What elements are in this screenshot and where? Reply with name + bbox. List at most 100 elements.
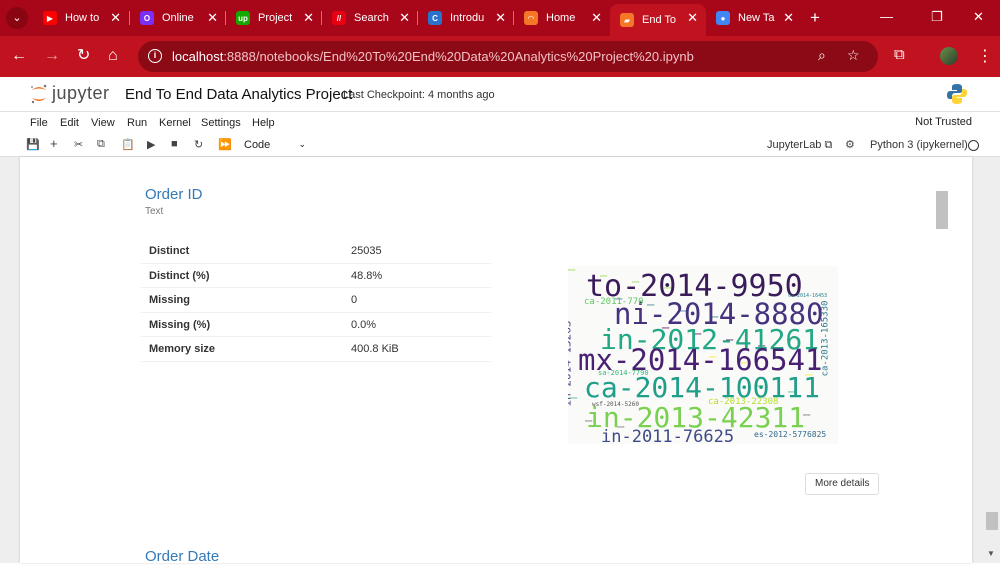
browser-tab-title: Home <box>546 12 576 24</box>
word-cloud-word: ca-2011-770 <box>584 297 644 307</box>
stat-label: Missing <box>149 294 190 306</box>
tab-separator <box>417 11 418 25</box>
restore-icon[interactable]: ❐ <box>931 9 943 25</box>
site-info-icon[interactable]: i <box>148 49 162 63</box>
last-checkpoint: Last Checkpoint: 4 months ago <box>343 89 495 101</box>
profile-avatar[interactable] <box>940 47 958 65</box>
word-cloud-word: ca-2013-22308 <box>708 397 779 407</box>
notebook-title[interactable]: End To End Data Analytics Project <box>125 86 352 103</box>
stat-label: Memory size <box>149 343 216 355</box>
browser-tab[interactable]: ▰ End To ✕ <box>610 4 706 36</box>
word-cloud-filler: ▬▬▬ <box>568 267 576 272</box>
cut-icon[interactable]: ✂ <box>74 138 83 151</box>
kernel-status-icon <box>968 140 979 151</box>
stat-value: 400.8 KiB <box>351 343 399 355</box>
python-logo-icon <box>947 84 967 104</box>
browser-menu-icon[interactable]: ⋮ <box>977 46 993 66</box>
browser-tab[interactable]: ▶ How to ✕ <box>33 4 129 32</box>
stat-row: Memory size 400.8 KiB <box>141 337 491 362</box>
page-scrollbar-thumb[interactable] <box>986 512 998 530</box>
home-icon[interactable]: ⌂ <box>108 46 118 66</box>
menu-kernel[interactable]: Kernel <box>159 117 191 129</box>
menu-help[interactable]: Help <box>252 117 275 129</box>
jupyter-wordmark: jupyter <box>52 83 110 103</box>
paste-icon[interactable]: 📋 <box>121 138 135 151</box>
copy-icon[interactable]: ⧉ <box>97 138 105 151</box>
back-icon[interactable]: ← <box>11 46 27 66</box>
browser-tab[interactable]: C Introdu ✕ <box>418 4 514 32</box>
variable-name[interactable]: Order ID <box>145 186 203 203</box>
upwork-icon: up <box>236 11 250 25</box>
cell-type-select[interactable]: Code ⌄ <box>244 139 306 151</box>
add-cell-icon[interactable]: + <box>50 136 58 151</box>
stat-row: Distinct 25035 <box>141 239 491 264</box>
close-tab-icon[interactable]: ✕ <box>687 10 698 26</box>
open-jupyterlab-link[interactable]: JupyterLab ⧉ <box>767 139 832 152</box>
stat-label: Distinct (%) <box>149 269 210 282</box>
cell-type-value: Code <box>244 139 271 151</box>
run-icon[interactable]: ▶ <box>147 138 155 151</box>
browser-tab-title: Project <box>258 12 293 24</box>
browser-tab[interactable]: ● New Ta ✕ <box>706 4 802 32</box>
tab-separator <box>129 11 130 25</box>
scroll-down-arrow-icon[interactable]: ▼ <box>987 549 995 558</box>
word-cloud-image: ▬▬▬ ▬▬▬ ▬▬▬ ▬▬▬ ▬▬▬ ▬▬▬ ▬▬▬ ▬▬▬ ▬▬▬ ▬▬▬ ▬▬▬ ▬▬▬ ▬▬▬ ▬… <box>568 266 838 444</box>
stat-value: 48.8% <box>351 269 383 282</box>
stat-label: Distinct <box>149 245 190 257</box>
zoom-icon[interactable]: ⌕ <box>818 47 826 64</box>
close-tab-icon[interactable]: ✕ <box>783 10 794 26</box>
restart-run-all-icon[interactable]: ⏩ <box>218 138 232 151</box>
extensions-icon[interactable]: ⧉ <box>894 46 905 63</box>
menu-file[interactable]: File <box>30 117 48 129</box>
minimize-icon[interactable]: — <box>880 9 893 24</box>
url-text[interactable]: localhost:8888/notebooks/End%20To%20End%… <box>172 49 694 64</box>
close-window-icon[interactable]: ✕ <box>973 9 984 25</box>
debugger-icon[interactable]: ⚙ <box>845 138 855 151</box>
close-tab-icon[interactable]: ✕ <box>399 10 410 26</box>
output-scrollbar-thumb[interactable] <box>936 191 948 229</box>
close-tab-icon[interactable]: ✕ <box>110 10 121 26</box>
more-details-button[interactable]: More details <box>805 473 880 495</box>
browser-tab[interactable]: O Online ✕ <box>130 4 226 32</box>
tab-search-menu-button[interactable]: ⌄ <box>6 7 28 29</box>
close-tab-icon[interactable]: ✕ <box>207 10 218 26</box>
new-tab-button[interactable]: + <box>810 9 820 26</box>
close-tab-icon[interactable]: ✕ <box>591 10 602 26</box>
trust-status[interactable]: Not Trusted <box>915 116 972 128</box>
online-app-icon: O <box>140 11 154 25</box>
tab-separator <box>513 11 514 25</box>
menu-view[interactable]: View <box>91 117 115 129</box>
reload-icon[interactable]: ↻ <box>77 46 90 66</box>
close-tab-icon[interactable]: ✕ <box>495 10 506 26</box>
browser-tab-title: Introdu <box>450 12 485 24</box>
menu-edit[interactable]: Edit <box>60 117 79 129</box>
word-cloud-word: in-2014-15263 <box>568 320 574 407</box>
word-cloud-word: sa-2014-7790 <box>598 369 649 377</box>
url-path: :8888/notebooks/End%20To%20End%20Data%20… <box>223 49 694 64</box>
menu-run[interactable]: Run <box>127 117 147 129</box>
save-icon[interactable]: 💾 <box>26 138 40 151</box>
jupyter-logo-icon[interactable] <box>29 83 49 105</box>
youtube-icon: ▶ <box>43 11 57 25</box>
browser-tab[interactable]: // Search ✕ <box>322 4 418 32</box>
stat-row: Distinct (%) 48.8% <box>141 264 491 288</box>
kernel-name[interactable]: Python 3 (ipykernel) <box>870 139 968 151</box>
search-app-icon: // <box>332 11 346 25</box>
bookmark-star-icon[interactable]: ☆ <box>847 47 860 64</box>
stat-value: 0.0% <box>351 318 377 331</box>
forward-icon[interactable]: → <box>44 46 60 66</box>
address-bar[interactable]: i localhost:8888/notebooks/End%20To%20En… <box>138 41 878 72</box>
browser-tab[interactable]: ◠ Home ✕ <box>514 4 610 32</box>
stop-icon[interactable]: ■ <box>171 138 178 150</box>
word-cloud-word: ca-2014-100111 <box>584 371 821 404</box>
browser-tab[interactable]: up Project ✕ <box>226 4 322 32</box>
notebook-toolbar: 💾 + ✂ ⧉ 📋 ▶ ■ ↻ ⏩ Code ⌄ JupyterLab ⧉ ⚙ … <box>0 134 1000 157</box>
restart-icon[interactable]: ↻ <box>194 138 203 151</box>
next-variable-name[interactable]: Order Date <box>145 548 219 565</box>
stat-value: 0 <box>351 294 358 306</box>
close-tab-icon[interactable]: ✕ <box>303 10 314 26</box>
stat-row: Missing 0 <box>141 288 491 313</box>
jupyter-tab-icon: ◠ <box>524 11 538 25</box>
external-link-icon: ⧉ <box>824 139 833 151</box>
menu-settings[interactable]: Settings <box>201 117 241 129</box>
